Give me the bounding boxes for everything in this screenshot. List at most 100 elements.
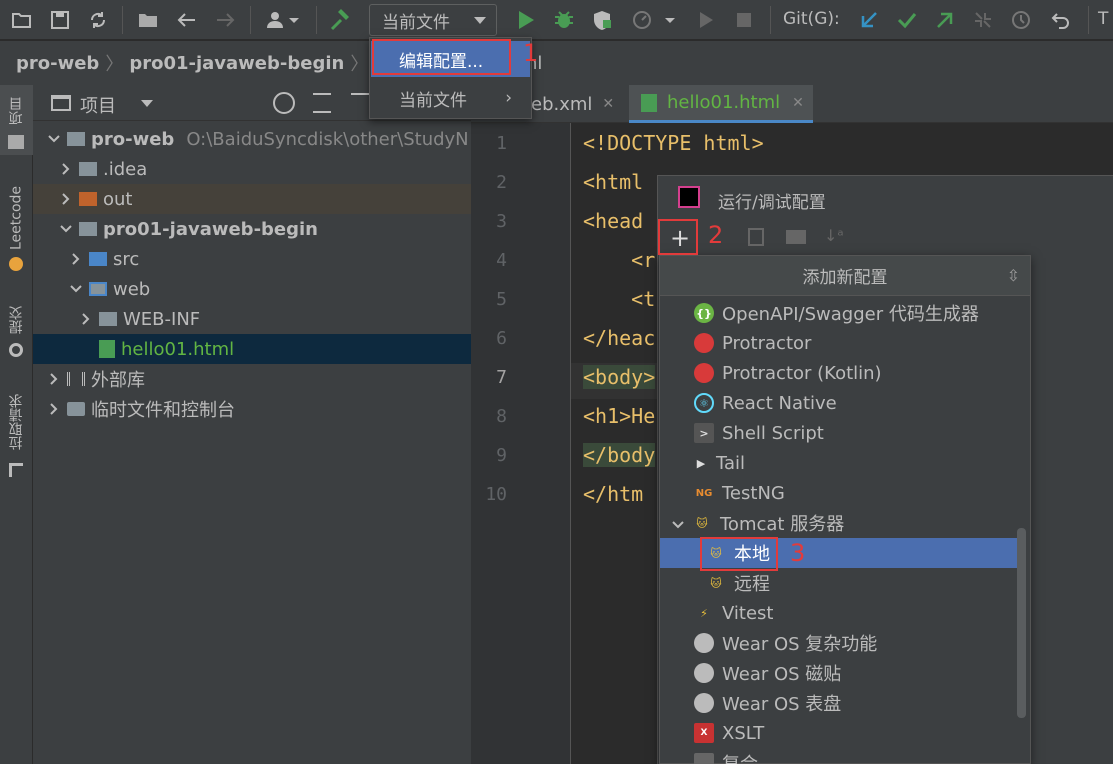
chevron-right-icon[interactable] — [69, 252, 83, 266]
coverage-icon[interactable] — [588, 6, 616, 34]
git-push-icon[interactable] — [931, 6, 959, 34]
module-folder-icon — [79, 222, 97, 236]
profiler-dropdown-icon[interactable] — [628, 6, 682, 34]
run-icon[interactable] — [512, 6, 540, 34]
tree-row[interactable]: 外部库 — [33, 364, 471, 394]
chevron-right-icon[interactable] — [59, 192, 73, 206]
chevron-right-icon[interactable] — [79, 312, 93, 326]
list-item[interactable]: ⚛ React Native — [660, 388, 1018, 418]
open-folder-icon[interactable] — [8, 6, 36, 34]
user-dropdown-icon[interactable] — [262, 6, 306, 34]
breadcrumb-item[interactable]: pro-web — [16, 53, 99, 74]
list-item[interactable]: ⚡ Vitest — [660, 598, 1018, 628]
folder-icon — [79, 162, 97, 176]
git-update-icon[interactable] — [855, 6, 883, 34]
tree-row[interactable]: WEB-INF — [33, 304, 471, 334]
tree-label: web — [113, 278, 151, 300]
locate-target-icon[interactable] — [273, 92, 295, 114]
item-label: Shell Script — [722, 422, 824, 444]
sort-icon[interactable]: ↓ᵃ — [824, 226, 844, 245]
line-number: 2 — [496, 172, 507, 193]
item-label: 复合 — [722, 750, 758, 764]
tree-label: pro01-javaweb-begin — [103, 218, 318, 240]
list-item[interactable]: Protractor — [660, 328, 1018, 358]
stop-icon[interactable] — [730, 6, 758, 34]
debug-icon[interactable] — [550, 6, 578, 34]
chevron-down-icon[interactable] — [59, 222, 73, 236]
tree-row-selected[interactable]: hello01.html — [33, 334, 471, 364]
undo-icon[interactable] — [1047, 6, 1075, 34]
item-label: Wear OS 表盘 — [722, 694, 842, 715]
run-config-label: 当前文件 — [382, 12, 450, 33]
list-item[interactable]: 复合 — [660, 748, 1018, 764]
folder-icon[interactable] — [134, 6, 162, 34]
editor-tab-active[interactable]: hello01.html ✕ — [629, 85, 813, 123]
line-number: 8 — [496, 406, 507, 427]
list-item[interactable]: NG TestNG — [660, 478, 1018, 508]
copy-icon[interactable] — [748, 228, 764, 246]
sync-icon[interactable] — [84, 6, 112, 34]
collapse-icon[interactable]: ⇳ — [1007, 266, 1020, 285]
chevron-right-icon[interactable] — [59, 162, 73, 176]
dialog-title: 运行/调试配置 — [718, 193, 826, 213]
side-tab-leetcode[interactable]: Leetcode — [0, 180, 33, 255]
chevron-right-icon[interactable] — [47, 402, 61, 416]
chevron-right-icon[interactable] — [47, 372, 61, 386]
close-icon[interactable]: ✕ — [602, 96, 614, 112]
scratches-icon — [67, 402, 85, 416]
code-line: <head — [583, 209, 644, 233]
back-arrow-icon[interactable] — [172, 6, 200, 34]
tree-row[interactable]: pro-web O:\BaiduSyncdisk\other\StudyN — [33, 124, 471, 154]
list-item[interactable]: ▶ Tail — [660, 448, 1018, 478]
tree-row[interactable]: out — [33, 184, 471, 214]
breadcrumb-item[interactable]: pro01-javaweb-begin — [129, 53, 344, 74]
chevron-down-icon[interactable] — [141, 100, 153, 107]
tree-row[interactable]: 临时文件和控制台 — [33, 394, 471, 424]
resume-icon[interactable] — [692, 6, 720, 34]
tree-row[interactable]: src — [33, 244, 471, 274]
history-icon[interactable] — [1007, 6, 1035, 34]
list-item[interactable]: Wear OS 磁贴 — [660, 658, 1018, 688]
git-merge-icon[interactable] — [969, 6, 997, 34]
chevron-down-icon — [474, 17, 486, 24]
close-icon[interactable]: ✕ — [792, 95, 804, 111]
list-item[interactable]: 🐱 Tomcat 服务器 — [660, 508, 1018, 538]
menu-item-current-file[interactable]: 当前文件 › — [371, 80, 530, 116]
side-tab-commit[interactable]: 提交 — [0, 300, 33, 340]
list-item[interactable]: X XSLT — [660, 718, 1018, 748]
project-panel-title[interactable]: 项目 — [80, 92, 116, 118]
expand-all-icon[interactable] — [351, 93, 369, 113]
list-item[interactable]: Protractor (Kotlin) — [660, 358, 1018, 388]
popup-scrollbar[interactable] — [1017, 528, 1026, 718]
item-label: React Native — [722, 392, 837, 414]
side-tab-pull-requests[interactable]: 拉取请求 — [0, 385, 33, 460]
build-hammer-icon[interactable] — [326, 6, 354, 34]
chevron-right-icon: › — [505, 88, 512, 108]
chevron-down-icon[interactable] — [69, 282, 83, 296]
list-item[interactable]: {} OpenAPI/Swagger 代码生成器 — [660, 298, 1018, 328]
code-line: <r — [583, 248, 656, 272]
tree-label: out — [103, 188, 133, 210]
side-tab-project[interactable]: 项目 — [0, 91, 33, 131]
chevron-down-icon[interactable] — [47, 132, 61, 146]
annotation-box — [658, 219, 698, 255]
list-item[interactable]: > Shell Script — [660, 418, 1018, 448]
tree-row[interactable]: .idea — [33, 154, 471, 184]
list-item[interactable]: 🐱 远程 — [660, 568, 1018, 598]
tree-row[interactable]: pro01-javaweb-begin — [33, 214, 471, 244]
popup-title: 添加新配置 ⇳ — [660, 256, 1030, 296]
tree-label: 外部库 — [91, 370, 145, 391]
truncated-label: T — [1098, 9, 1109, 29]
tab-label: hello01.html — [667, 92, 781, 113]
save-icon[interactable] — [46, 6, 74, 34]
list-item[interactable]: Wear OS 表盘 — [660, 688, 1018, 718]
forward-arrow-icon[interactable] — [212, 6, 240, 34]
new-folder-icon[interactable] — [786, 230, 806, 244]
chevron-down-icon[interactable] — [672, 513, 684, 534]
run-config-selector[interactable]: 当前文件 — [369, 4, 497, 36]
git-commit-icon[interactable] — [893, 6, 921, 34]
tree-row[interactable]: web — [33, 274, 471, 304]
editor-gutter: 1 2 3 4 5 6 7 8 9 10 — [471, 123, 571, 764]
list-item[interactable]: Wear OS 复杂功能 — [660, 628, 1018, 658]
collapse-all-icon[interactable] — [313, 93, 331, 113]
